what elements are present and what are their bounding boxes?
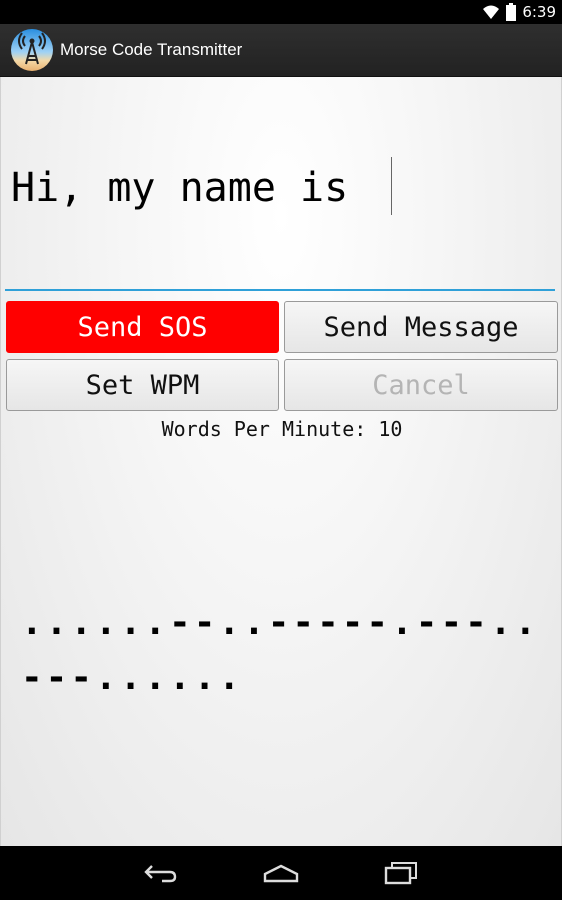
send-message-button[interactable]: Send Message [284,301,558,353]
status-icons: 6:39 [482,0,556,24]
message-text: Hi, my name is [11,165,373,211]
action-bar: Morse Code Transmitter [0,24,562,77]
home-icon[interactable] [259,858,303,888]
navigation-bar [0,846,562,900]
status-time: 6:39 [522,3,556,21]
text-cursor [391,157,392,215]
battery-icon [506,3,517,21]
morse-output: ......--..-----.---..---...... [21,602,540,698]
app-title: Morse Code Transmitter [60,40,243,59]
message-input[interactable]: Hi, my name is [5,137,555,291]
status-bar: 6:39 [0,0,562,24]
cancel-button: Cancel [284,359,558,411]
wifi-icon [482,4,500,20]
set-wpm-button[interactable]: Set WPM [6,359,279,411]
wpm-label: Words Per Minute: 10 [161,417,403,441]
main-content: Hi, my name is Send SOS Send Message Set… [0,77,562,846]
back-icon[interactable] [139,858,183,888]
recent-apps-icon[interactable] [379,858,423,888]
radio-tower-icon[interactable] [10,28,54,72]
send-sos-button[interactable]: Send SOS [6,301,279,353]
